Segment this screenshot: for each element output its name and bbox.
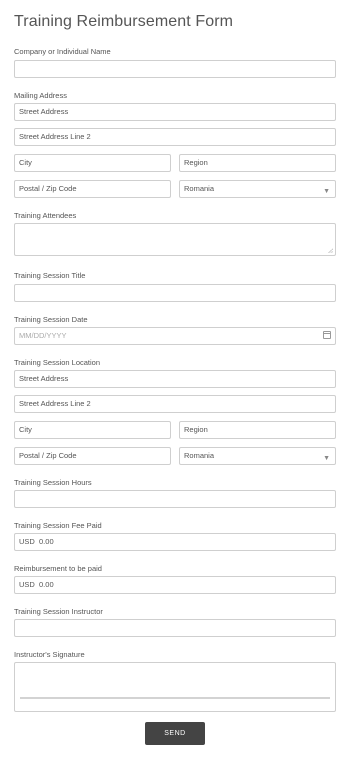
signature-line	[20, 697, 330, 699]
session-date-label: Training Session Date	[14, 315, 88, 324]
reimbursement-input[interactable]: USD 0.00	[14, 576, 336, 594]
location-label: Training Session Location	[14, 358, 101, 367]
company-name-input[interactable]	[14, 60, 336, 78]
mailing-country-select[interactable]: Romania ▼	[179, 180, 336, 198]
session-date-input[interactable]: MM/DD/YYYY	[14, 327, 336, 345]
mailing-region-input[interactable]: Region	[179, 154, 336, 172]
fee-amount: 0.00	[39, 537, 54, 546]
session-title-input[interactable]	[14, 284, 336, 302]
attendees-label: Training Attendees	[14, 211, 77, 220]
location-region-input[interactable]: Region	[179, 421, 336, 439]
location-postal-input[interactable]: Postal / Zip Code	[14, 447, 171, 465]
location-country-value: Romania	[184, 451, 215, 460]
location-country-select[interactable]: Romania ▼	[179, 447, 336, 465]
mailing-address-label: Mailing Address	[14, 91, 67, 100]
hours-label: Training Session Hours	[14, 478, 92, 487]
fee-paid-input[interactable]: USD 0.00	[14, 533, 336, 551]
location-street-input[interactable]: Street Address	[14, 370, 336, 388]
reimbursement-currency: USD	[19, 580, 35, 589]
reimbursement-label: Reimbursement to be paid	[14, 564, 102, 573]
session-title-label: Training Session Title	[14, 271, 86, 280]
training-reimbursement-form: Training Reimbursement Form Company or I…	[0, 0, 350, 760]
instructor-input[interactable]	[14, 619, 336, 637]
attendees-textarea[interactable]	[14, 223, 336, 256]
chevron-down-icon: ▼	[323, 188, 330, 195]
mailing-country-value: Romania	[184, 184, 215, 193]
mailing-street2-input[interactable]: Street Address Line 2	[14, 128, 336, 146]
fee-currency: USD	[19, 537, 35, 546]
mailing-street-input[interactable]: Street Address	[14, 103, 336, 121]
mailing-postal-input[interactable]: Postal / Zip Code	[14, 180, 171, 198]
calendar-icon[interactable]	[323, 331, 331, 339]
hours-input[interactable]	[14, 490, 336, 508]
signature-pad[interactable]	[14, 662, 336, 712]
instructor-label: Training Session Instructor	[14, 607, 103, 616]
mailing-city-input[interactable]: City	[14, 154, 171, 172]
location-city-input[interactable]: City	[14, 421, 171, 439]
company-label: Company or Individual Name	[14, 47, 111, 56]
reimbursement-amount: 0.00	[39, 580, 54, 589]
fee-label: Training Session Fee Paid	[14, 521, 102, 530]
signature-label: Instructor's Signature	[14, 650, 85, 659]
form-title: Training Reimbursement Form	[14, 13, 234, 30]
location-street2-input[interactable]: Street Address Line 2	[14, 395, 336, 413]
resize-handle-icon[interactable]	[328, 248, 333, 253]
chevron-down-icon: ▼	[323, 455, 330, 462]
send-button[interactable]: SEND	[145, 722, 205, 745]
session-date-placeholder: MM/DD/YYYY	[19, 331, 67, 340]
